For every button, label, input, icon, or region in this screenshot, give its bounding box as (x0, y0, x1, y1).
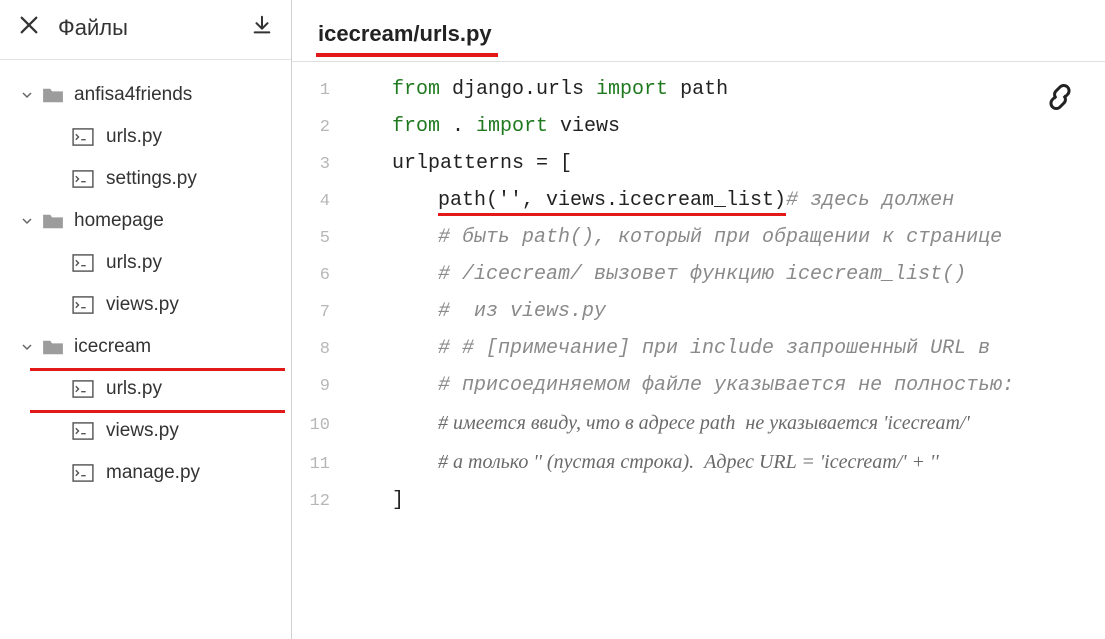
folder-icon (42, 338, 64, 356)
file-label: views.py (106, 420, 179, 442)
file-label: urls.py (106, 378, 162, 400)
code-line: 3 urlpatterns = [ (292, 146, 1105, 183)
line-number: 12 (292, 484, 352, 520)
comment: # а только '' (пустая строка). Адрес URL… (438, 451, 939, 473)
code-text: urlpatterns = [ (392, 152, 572, 175)
comment: # быть path(), который при обращении к с… (438, 226, 1002, 249)
script-file-icon (72, 254, 94, 272)
file-urls-py[interactable]: urls.py (0, 116, 291, 158)
comment: # здесь должен (786, 189, 954, 212)
code-line: 12 ] (292, 483, 1105, 520)
script-file-icon (72, 464, 94, 482)
line-number: 4 (292, 184, 352, 220)
code-line: 9 # присоединяемом файле указывается не … (292, 368, 1105, 405)
script-file-icon (72, 170, 94, 188)
close-icon[interactable] (18, 14, 40, 41)
file-settings-py[interactable]: settings.py (0, 158, 291, 200)
tree-folder: anfisa4friends urls.py settings.py (0, 74, 291, 200)
editor: icecream/urls.py 1 from django.urls impo… (292, 0, 1105, 639)
keyword: from (392, 78, 440, 101)
sidebar-header: Файлы (0, 6, 291, 60)
code-line: 11 # а только '' (пустая строка). Адрес … (292, 444, 1105, 483)
file-urls-py[interactable]: urls.py (0, 242, 291, 284)
tab-active[interactable]: icecream/urls.py (316, 15, 498, 61)
code-text: . (440, 115, 476, 138)
code-line: 8 # # [примечание] при include запрошенн… (292, 331, 1105, 368)
line-number: 2 (292, 110, 352, 146)
sidebar: Файлы anfisa4friends urls.py set (0, 0, 292, 639)
line-number: 3 (292, 147, 352, 183)
file-tree: anfisa4friends urls.py settings.py homep… (0, 60, 291, 494)
folder-icon (42, 212, 64, 230)
comment: # имеется ввиду, что в адресе path не ук… (438, 412, 970, 434)
folder-icon (42, 86, 64, 104)
tree-folder: homepage urls.py views.py (0, 200, 291, 326)
code-text: path('', views.icecream_list) (438, 189, 786, 216)
file-views-py[interactable]: views.py (0, 284, 291, 326)
file-label: views.py (106, 294, 179, 316)
line-number: 5 (292, 221, 352, 257)
code-text: ] (392, 489, 404, 512)
code-line: 4 path('', views.icecream_list)# здесь д… (292, 183, 1105, 220)
script-file-icon (72, 296, 94, 314)
code-line: 10 # имеется ввиду, что в адресе path не… (292, 405, 1105, 444)
download-icon[interactable] (251, 14, 273, 41)
highlight-underline (316, 53, 498, 57)
file-label: manage.py (106, 462, 200, 484)
file-label: urls.py (106, 252, 162, 274)
copy-link-button[interactable] (1043, 80, 1077, 114)
folder-label: icecream (74, 336, 151, 358)
code-line: 6 # /icecream/ вызовет функцию icecream_… (292, 257, 1105, 294)
code-line: 5 # быть path(), который при обращении к… (292, 220, 1105, 257)
comment: # # [примечание] при include запрошенный… (438, 337, 990, 360)
caret-down-icon (22, 342, 32, 352)
script-file-icon (72, 380, 94, 398)
keyword: import (596, 78, 668, 101)
file-label: urls.py (106, 126, 162, 148)
keyword: import (476, 115, 548, 138)
line-number: 6 (292, 258, 352, 294)
caret-down-icon (22, 216, 32, 226)
code-area[interactable]: 1 from django.urls import path 2 from . … (292, 62, 1105, 639)
code-line: 1 from django.urls import path (292, 72, 1105, 109)
app-root: Файлы anfisa4friends urls.py set (0, 0, 1105, 639)
folder-label: homepage (74, 210, 164, 232)
code-text: path (668, 78, 728, 101)
comment: # /icecream/ вызовет функцию icecream_li… (438, 263, 966, 286)
code-line: 7 # из views.py (292, 294, 1105, 331)
tab-bar: icecream/urls.py (292, 0, 1105, 62)
line-number: 7 (292, 295, 352, 331)
line-number: 11 (292, 447, 352, 483)
line-number: 8 (292, 332, 352, 368)
folder-homepage[interactable]: homepage (0, 200, 291, 242)
line-number: 1 (292, 73, 352, 109)
file-manage-py[interactable]: manage.py (0, 452, 291, 494)
folder-anfisa4friends[interactable]: anfisa4friends (0, 74, 291, 116)
tab-title: icecream/urls.py (318, 21, 492, 46)
code-text: django.urls (440, 78, 596, 101)
keyword: from (392, 115, 440, 138)
script-file-icon (72, 422, 94, 440)
folder-label: anfisa4friends (74, 84, 192, 106)
file-urls-py-active[interactable]: urls.py (0, 368, 291, 410)
comment: # присоединяемом файле указывается не по… (438, 374, 1014, 397)
comment: # из views.py (438, 300, 606, 323)
tree-folder: icecream urls.py views.py (0, 326, 291, 452)
file-views-py[interactable]: views.py (0, 410, 291, 452)
caret-down-icon (22, 90, 32, 100)
script-file-icon (72, 128, 94, 146)
line-number: 10 (292, 408, 352, 444)
line-number: 9 (292, 369, 352, 405)
file-label: settings.py (106, 168, 197, 190)
folder-icecream[interactable]: icecream (0, 326, 291, 368)
code-text: views (548, 115, 620, 138)
code-line: 2 from . import views (292, 109, 1105, 146)
sidebar-title: Файлы (58, 15, 233, 41)
